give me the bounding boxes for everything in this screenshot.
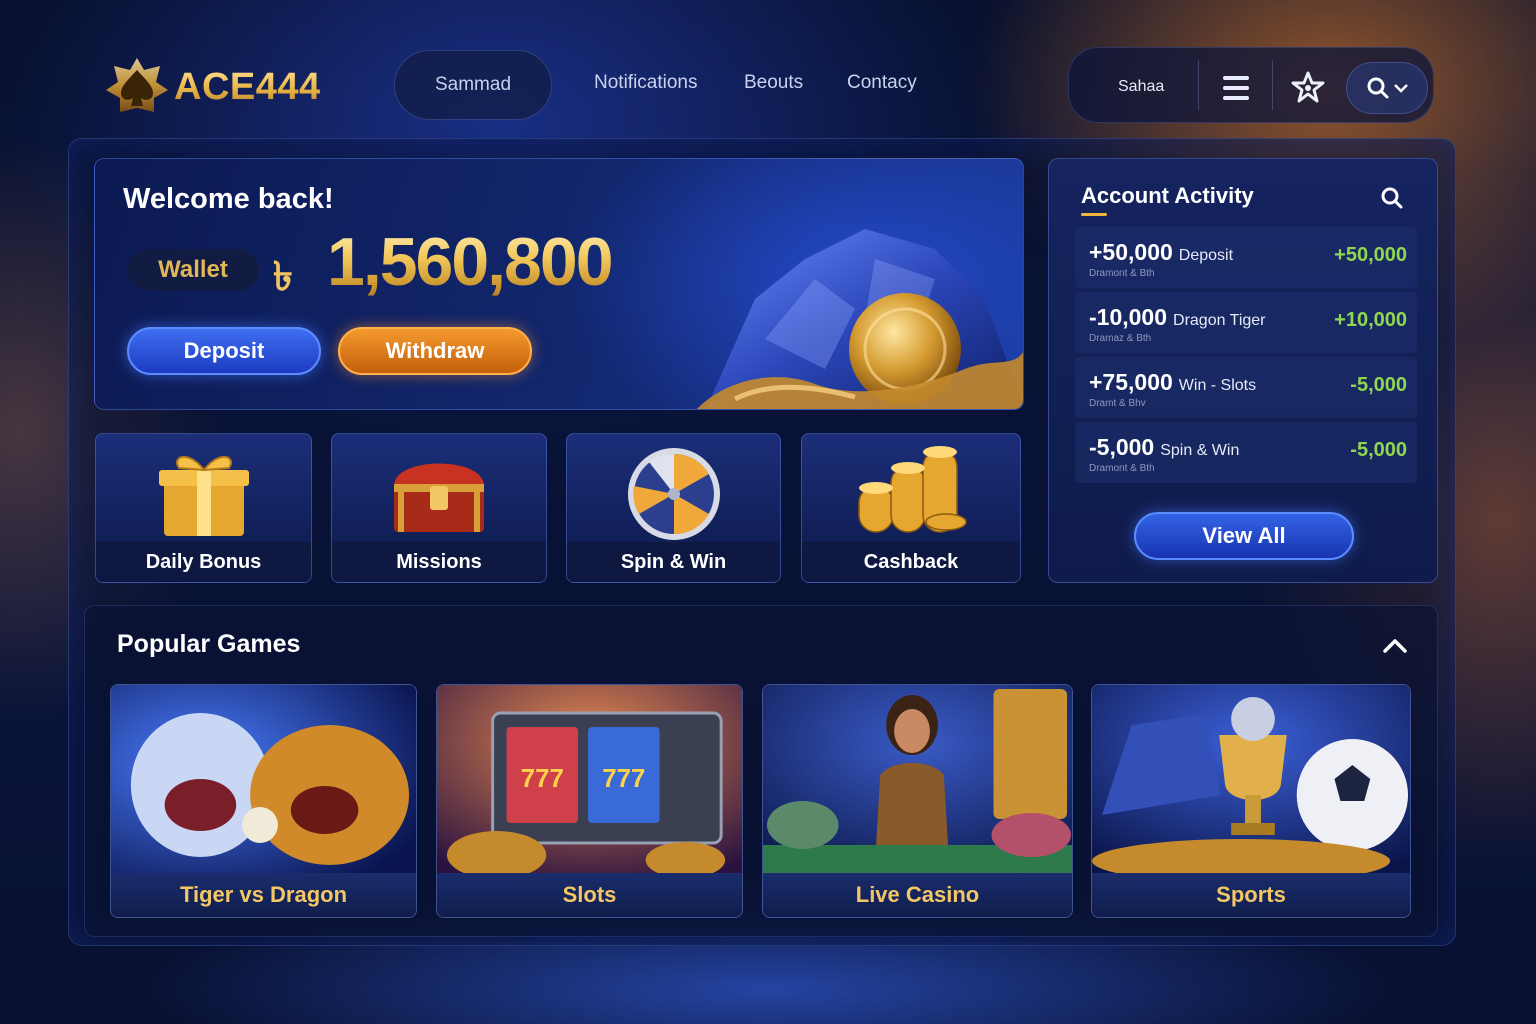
game-card-slots[interactable]: 777 777 Slots [436,684,743,918]
game-card-live-casino[interactable]: Live Casino [762,684,1073,918]
coins-icon [858,446,967,533]
spade-logo-icon [106,58,168,112]
feature-label: Cashback [802,542,1020,582]
game-card-tiger-vs-dragon[interactable]: Tiger vs Dragon [110,684,417,918]
live-casino-art [763,685,1072,875]
activity-subtext: Dramaz & Bth [1089,333,1152,344]
activity-subtext: Dramt & Bhv [1089,398,1146,409]
welcome-card: Welcome back! Wallet ৳ 1,560,800 Deposit… [94,158,1024,410]
slot-machine-art: 777 777 [437,685,742,875]
treasure-chest-icon [394,463,484,532]
feature-missions[interactable]: Missions [331,433,547,583]
activity-row[interactable]: -10,000 Dragon Tiger Dramaz & Bth +10,000 [1075,292,1417,353]
game-card-sports[interactable]: Sports [1091,684,1411,918]
feature-label: Missions [332,542,546,582]
svg-text:777: 777 [602,765,645,793]
header-divider [1198,60,1199,110]
activity-amount: -10,000 [1089,304,1168,330]
activity-row[interactable]: -5,000 Spin & Win Dramont & Bth -5,000 [1075,422,1417,483]
wheel-icon [627,448,720,540]
activity-desc: Win - Slots [1178,377,1257,394]
currency-symbol: ৳ [273,255,293,299]
activity-value: +50,000 [1334,244,1407,266]
treasure-rock-illustration [697,229,1023,409]
activity-value: -5,000 [1350,374,1407,396]
feature-label: Daily Bonus [96,542,311,582]
activity-desc: Deposit [1178,247,1234,264]
title-accent [1081,213,1107,216]
activity-row[interactable]: +50,000 Deposit Dramont & Bth +50,000 [1075,227,1417,288]
activity-value: -5,000 [1350,439,1407,461]
brand-name: ACE444 [174,65,321,108]
chevron-down-icon [1394,84,1408,93]
user-name[interactable]: Sahaa [1118,78,1164,96]
wallet-label: Wallet [127,249,259,291]
nav-link-beouts[interactable]: Beouts [744,72,803,94]
activity-amount: -5,000 [1089,434,1155,460]
activity-value: +10,000 [1334,309,1407,331]
star-icon[interactable] [1290,70,1326,106]
section-title: Popular Games [117,630,301,658]
account-activity-panel: Account Activity +50,000 Deposit Dramont … [1048,158,1438,583]
nav-pill-sammad[interactable]: Sammad [394,50,552,120]
feature-label: Spin & Win [567,542,780,582]
game-label: Slots [437,873,742,917]
deposit-button[interactable]: Deposit [127,327,321,375]
feature-spin-win[interactable]: Spin & Win [566,433,781,583]
feature-daily-bonus[interactable]: Daily Bonus [95,433,312,583]
activity-subtext: Dramont & Bth [1089,463,1155,474]
gift-icon [158,456,249,536]
search-button[interactable] [1346,62,1428,114]
nav-link-contacy[interactable]: Contacy [847,72,917,94]
menu-icon[interactable] [1220,74,1252,102]
activity-row[interactable]: +75,000 Win - Slots Dramt & Bhv -5,000 [1075,357,1417,418]
tiger-dragon-art [111,685,416,875]
activity-desc: Dragon Tiger [1173,312,1266,329]
search-icon[interactable] [1379,185,1405,211]
activity-subtext: Dramont & Bth [1089,268,1155,279]
activity-title: Account Activity [1081,183,1254,208]
search-icon [1367,77,1389,99]
brand-logo[interactable]: ACE444 [104,56,321,118]
wallet-balance: 1,560,800 [327,224,614,300]
game-label: Tiger vs Dragon [111,873,416,917]
welcome-title: Welcome back! [123,183,334,215]
header-divider [1272,60,1273,110]
activity-amount: +50,000 [1089,239,1173,265]
activity-desc: Spin & Win [1160,442,1240,459]
nav-link-notifications[interactable]: Notifications [594,72,698,94]
view-all-button[interactable]: View All [1134,512,1354,560]
chevron-up-icon[interactable] [1381,634,1409,658]
feature-cashback[interactable]: Cashback [801,433,1021,583]
withdraw-button[interactable]: Withdraw [338,327,532,375]
svg-text:777: 777 [521,765,564,793]
game-label: Sports [1092,873,1410,917]
sports-art [1092,685,1410,875]
activity-amount: +75,000 [1089,369,1173,395]
game-label: Live Casino [763,873,1072,917]
